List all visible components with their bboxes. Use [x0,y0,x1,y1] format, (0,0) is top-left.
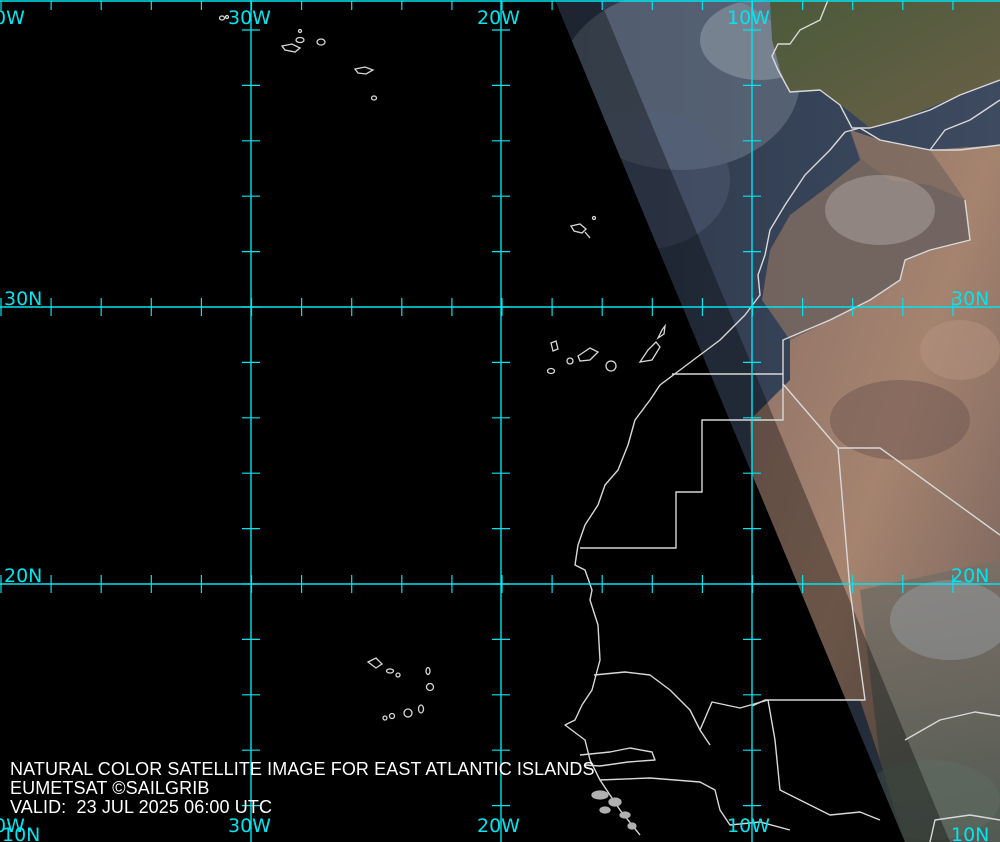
bottom-label-10w: 10W [727,815,770,837]
caption-valid: VALID: 23 JUL 2025 06:00 UTC [10,798,595,817]
bottom-label-0: 0W [0,815,25,837]
bottom-label-30w: 30W [228,815,271,837]
caption-valid-label: VALID: [10,797,67,817]
map-caption: NATURAL COLOR SATELLITE IMAGE FOR EAST A… [10,760,595,817]
left-label-30n: 30N [4,288,42,310]
caption-source: EUMETSAT ©SAILGRIB [10,778,210,798]
right-label-10n: 10N [951,824,989,842]
right-label-30n: 30N [951,288,989,310]
top-label-20w: 20W [477,7,520,29]
caption-valid-time: 23 JUL 2025 06:00 UTC [76,797,273,817]
right-label-20n: 20N [951,565,989,587]
satellite-map: 0W 30W 20W 10W 30N 20N 10N 30N 20N 10N 0… [0,0,1000,842]
top-label-30w: 30W [228,7,271,29]
top-label-0: 0W [0,7,25,29]
bottom-label-20w: 20W [477,815,520,837]
top-label-10w: 10W [727,7,770,29]
left-label-20n: 20N [4,565,42,587]
caption-title: NATURAL COLOR SATELLITE IMAGE FOR EAST A… [10,759,595,779]
